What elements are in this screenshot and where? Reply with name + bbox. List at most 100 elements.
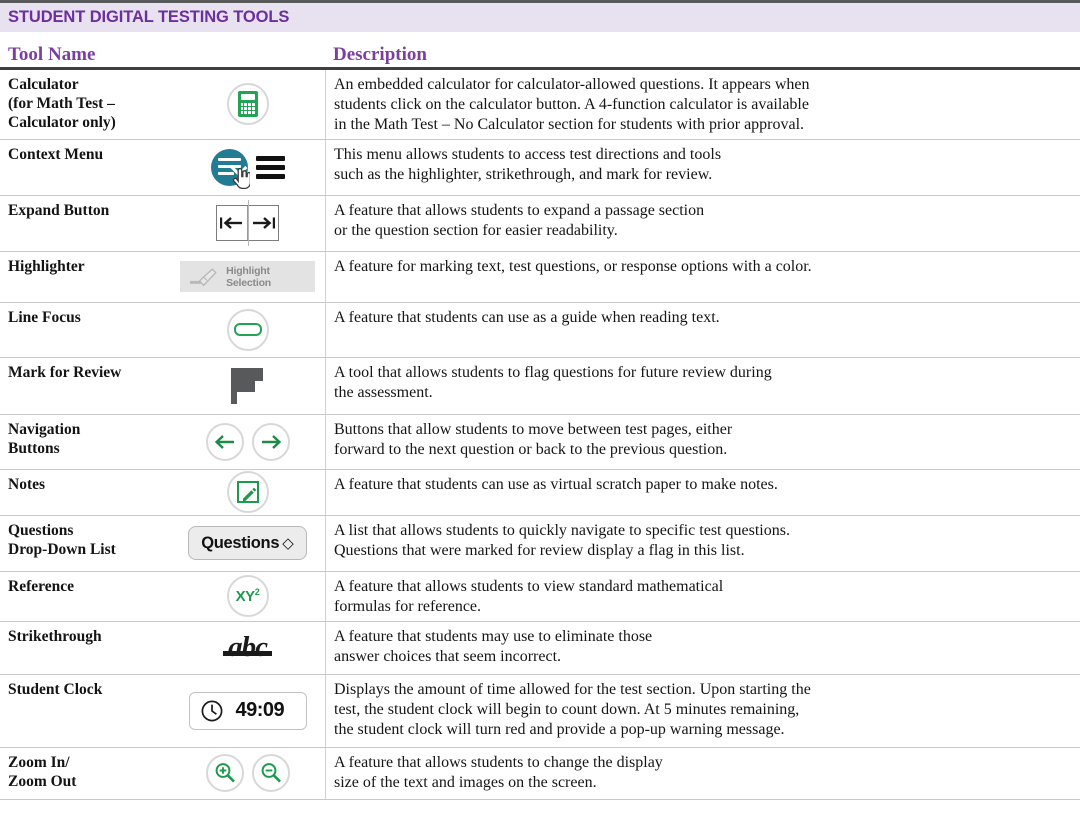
tool-name-line: Notes	[8, 475, 46, 493]
tool-name-line: Buttons	[8, 439, 60, 457]
tool-name-line: Mark for Review	[8, 363, 122, 381]
tool-name-line: Questions	[8, 521, 74, 539]
arrow-right-bar-icon	[253, 217, 275, 229]
description-line: Buttons that allow students to move betw…	[334, 420, 733, 438]
tool-name-line: Calculator	[8, 75, 79, 93]
tool-name-cell: Zoom In/ Zoom Out	[0, 748, 170, 799]
column-header-description: Description	[333, 44, 427, 65]
pencil-icon	[242, 487, 256, 501]
navigation-arrows-icon	[205, 422, 290, 461]
line-focus-icon[interactable]	[226, 308, 269, 351]
tool-name-cell: Questions Drop-Down List	[0, 516, 170, 571]
table-row: Strikethrough abc A feature that student…	[0, 621, 1080, 675]
table-row: Student Clock 49:09 Displays the amount …	[0, 674, 1080, 748]
column-header-description-cell: Description	[325, 44, 1080, 66]
tool-name-cell: Expand Button	[0, 196, 170, 251]
table-row: Navigation Buttons Buttons that allow st…	[0, 414, 1080, 470]
description-line: This menu allows students to access test…	[334, 145, 722, 163]
description-line: in the Math Test – No Calculator section…	[334, 116, 805, 134]
chevron-up-down-icon: ◇	[282, 533, 294, 552]
clock-face-icon	[201, 700, 222, 721]
tool-description-cell: A feature that allows students to expand…	[325, 195, 1080, 251]
clock-time-label: 49:09	[235, 699, 285, 721]
expand-left-icon[interactable]	[217, 206, 247, 240]
description-line: test, the student clock will begin to co…	[334, 700, 800, 718]
column-header-row: Tool Name Description	[0, 32, 1080, 67]
reference-icon[interactable]: XY2	[226, 575, 269, 617]
tool-name-cell: Line Focus	[0, 303, 170, 357]
table-row: Mark for Review A tool that allows stude…	[0, 357, 1080, 415]
tool-description-cell: A feature that students may use to elimi…	[325, 621, 1080, 674]
hamburger-menu-icon[interactable]	[255, 155, 285, 179]
table-row: Context Menu This menu allows students t…	[0, 139, 1080, 196]
highlighter-icon[interactable]: Highlight Selection	[180, 261, 315, 292]
tool-name-line: Reference	[8, 577, 74, 595]
description-line: A feature for marking text, test questio…	[334, 257, 812, 275]
tool-name-cell: Highlighter	[0, 252, 170, 302]
description-line: students click on the calculator button.…	[334, 95, 809, 113]
tool-name-cell: Strikethrough	[0, 622, 170, 674]
description-line: A feature that students can use as a gui…	[334, 308, 720, 326]
tool-description-cell: A feature that students can use as virtu…	[325, 469, 1080, 515]
tool-icon-cell: XY2	[170, 572, 325, 621]
table-banner: STUDENT DIGITAL TESTING TOOLS	[0, 3, 1080, 32]
tool-icon-cell: abc	[170, 622, 325, 674]
table-row: Questions Drop-Down List Questions ◇ A l…	[0, 515, 1080, 572]
description-line: size of the text and images on the scree…	[334, 773, 597, 791]
table-row: Line Focus A feature that students can u…	[0, 302, 1080, 358]
tool-icon-cell: Highlight Selection	[170, 252, 325, 302]
questions-dropdown-label: Questions	[201, 533, 280, 552]
magnifier-plus-icon	[215, 763, 235, 783]
tool-name-line: Strikethrough	[8, 627, 102, 645]
calculator-icon[interactable]	[226, 83, 269, 125]
zoom-in-icon[interactable]	[205, 754, 244, 792]
description-line: A feature that allows students to expand…	[334, 201, 705, 219]
notes-square-glyph	[236, 481, 259, 503]
table-row: Expand Button A feature that allows stud…	[0, 195, 1080, 252]
tool-name-cell: Notes	[0, 470, 170, 515]
tool-description-cell: A list that allows students to quickly n…	[325, 515, 1080, 571]
student-digital-testing-tools-table: STUDENT DIGITAL TESTING TOOLS Tool Name …	[0, 0, 1080, 819]
description-line: A feature that allows students to view s…	[334, 577, 724, 595]
tool-name-line: (for Math Test –	[8, 94, 115, 112]
description-line: formulas for reference.	[334, 597, 482, 615]
arrow-right-icon	[261, 434, 281, 449]
banner-title: STUDENT DIGITAL TESTING TOOLS	[8, 8, 290, 26]
strikethrough-icon[interactable]: abc	[223, 631, 272, 664]
questions-dropdown-icon[interactable]: Questions ◇	[188, 526, 307, 560]
tool-name-line: Calculator only)	[8, 113, 116, 131]
tool-description-cell: A feature for marking text, test questio…	[325, 251, 1080, 302]
tool-name-line: Highlighter	[8, 257, 85, 275]
tool-name-line: Context Menu	[8, 145, 104, 163]
arrow-left-icon	[214, 434, 234, 449]
line-focus-pill-glyph	[233, 323, 262, 336]
description-line: A list that allows students to quickly n…	[334, 521, 790, 539]
description-line: A feature that allows students to change…	[334, 753, 663, 771]
flag-icon[interactable]	[230, 367, 265, 404]
tool-icon-cell	[170, 415, 325, 469]
tool-name-line: Zoom In/	[8, 753, 70, 771]
tool-icon-cell	[170, 196, 325, 251]
tool-name-line: Navigation	[8, 420, 81, 438]
next-question-icon[interactable]	[251, 422, 290, 461]
strikethrough-bar-glyph	[223, 651, 272, 657]
expand-button-icon[interactable]	[216, 200, 279, 246]
tool-description-cell: A tool that allows students to flag ques…	[325, 357, 1080, 414]
clock-icon[interactable]: 49:09	[188, 691, 307, 730]
tool-icon-cell	[170, 358, 325, 414]
table-row: Notes A feature that students can use as…	[0, 469, 1080, 516]
zoom-out-icon[interactable]	[251, 754, 290, 792]
description-line: Displays the amount of time allowed for …	[334, 680, 811, 698]
tool-name-cell: Context Menu	[0, 140, 170, 195]
notes-icon[interactable]	[226, 471, 269, 513]
previous-question-icon[interactable]	[205, 422, 244, 461]
expand-right-icon[interactable]	[247, 206, 278, 240]
column-header-tool-name: Tool Name	[8, 44, 96, 65]
tool-name-line: Zoom Out	[8, 772, 77, 790]
tool-name-cell: Student Clock	[0, 675, 170, 747]
table-row: Calculator (for Math Test – Calculator o…	[0, 69, 1080, 140]
tool-description-cell: Buttons that allow students to move betw…	[325, 414, 1080, 469]
context-menu-icon[interactable]	[210, 148, 285, 189]
tool-name-line: Expand Button	[8, 201, 110, 219]
description-line: the assessment.	[334, 383, 433, 401]
